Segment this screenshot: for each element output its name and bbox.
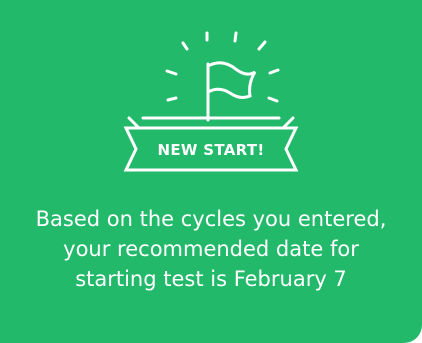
flag-icon (206, 61, 257, 122)
message-line-1: Based on the cycles you entered, (35, 207, 387, 231)
new-start-illustration (123, 31, 299, 172)
new-start-badge: NEW START! (157, 141, 265, 159)
new-start-card: NEW START! Based on the cycles you enter… (0, 0, 422, 343)
recommendation-message: Based on the cycles you entered, your re… (10, 204, 412, 294)
message-line-3: starting test is February 7 (75, 267, 347, 291)
message-line-2: your recommended date for (63, 237, 359, 261)
